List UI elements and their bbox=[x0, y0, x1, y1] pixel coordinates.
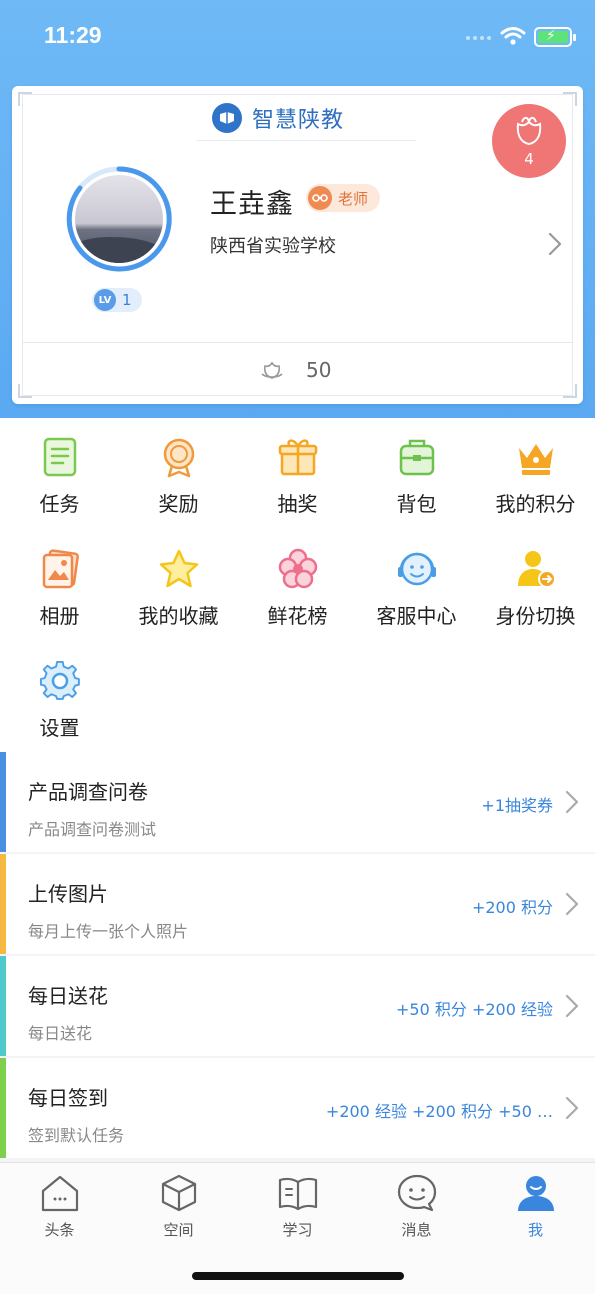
flower-badge[interactable]: 4 bbox=[492, 104, 566, 178]
task-reward: +200 经验 +200 积分 +50 … bbox=[325, 1102, 553, 1121]
book-icon bbox=[278, 1177, 318, 1211]
tab-label: 空间 bbox=[163, 1221, 194, 1239]
task-reward: +1抽奖券 bbox=[481, 796, 553, 815]
tab-label: 消息 bbox=[401, 1221, 432, 1239]
role-label: 老师 bbox=[338, 189, 369, 208]
task-icon bbox=[43, 437, 77, 477]
tab-label: 我 bbox=[527, 1221, 543, 1239]
profile-icon bbox=[518, 1176, 554, 1211]
grid-item-reward[interactable]: 奖励 bbox=[119, 418, 238, 530]
chevron-right-icon bbox=[565, 892, 579, 916]
album-icon bbox=[42, 549, 79, 589]
gift-icon bbox=[278, 439, 318, 476]
grid-label: 抽奖 bbox=[277, 492, 318, 516]
function-grid: 任务 奖励 抽奖 背包 我的积分 相册 我的收藏 鲜花榜 客服中心 身份切换 设… bbox=[0, 418, 595, 752]
grid-item-album[interactable]: 相册 bbox=[0, 530, 119, 642]
grid-label: 鲜花榜 bbox=[267, 604, 328, 628]
grid-label: 任务 bbox=[39, 492, 80, 516]
grid-label: 身份切换 bbox=[495, 604, 576, 628]
headset-icon bbox=[398, 552, 436, 586]
task-reward: +200 积分 bbox=[471, 898, 553, 917]
grid-label: 背包 bbox=[396, 492, 437, 516]
grid-label: 我的收藏 bbox=[138, 604, 219, 628]
grid-item-points[interactable]: 我的积分 bbox=[476, 418, 595, 530]
brand-logo-icon bbox=[212, 103, 242, 133]
teacher-glasses-icon bbox=[308, 186, 332, 210]
star-icon bbox=[159, 549, 199, 588]
home-indicator[interactable] bbox=[192, 1272, 404, 1280]
brand-header: 智慧陕教 bbox=[212, 102, 344, 134]
gear-icon bbox=[39, 660, 80, 700]
task-row[interactable]: 每日送花 每日送花 +50 积分 +200 经验 bbox=[0, 956, 595, 1056]
user-name: 王垚鑫 bbox=[210, 189, 294, 220]
task-title: 上传图片 bbox=[28, 882, 108, 906]
wifi-icon bbox=[500, 27, 526, 45]
grid-item-settings[interactable]: 设置 bbox=[0, 642, 119, 754]
chevron-right-icon bbox=[565, 1096, 579, 1120]
avatar-wrap[interactable] bbox=[66, 166, 172, 272]
flower-icon bbox=[278, 548, 318, 589]
grid-item-favorites[interactable]: 我的收藏 bbox=[119, 530, 238, 642]
chevron-right-icon[interactable] bbox=[548, 232, 562, 256]
grid-item-switch-identity[interactable]: 身份切换 bbox=[476, 530, 595, 642]
school-name[interactable]: 陕西省实验学校 bbox=[210, 232, 336, 258]
task-title: 每日送花 bbox=[28, 984, 108, 1008]
home-icon bbox=[41, 1175, 79, 1212]
task-desc: 每日送花 bbox=[28, 1024, 93, 1043]
grid-item-task[interactable]: 任务 bbox=[0, 418, 119, 530]
grid-label: 设置 bbox=[39, 716, 80, 740]
tab-label: 头条 bbox=[44, 1221, 75, 1239]
profile-card: 智慧陕教 4 LV 1 王垚鑫 老师 陕西省实验学校 50 bbox=[12, 86, 583, 404]
tab-space[interactable]: 空间 bbox=[119, 1173, 238, 1243]
task-desc: 每月上传一张个人照片 bbox=[28, 922, 189, 941]
chevron-right-icon bbox=[565, 994, 579, 1018]
cube-icon bbox=[161, 1174, 197, 1212]
chat-icon bbox=[397, 1174, 437, 1212]
tab-me[interactable]: 我 bbox=[476, 1173, 595, 1243]
tab-study[interactable]: 学习 bbox=[238, 1173, 357, 1243]
grid-item-lottery[interactable]: 抽奖 bbox=[238, 418, 357, 530]
switch-user-icon bbox=[518, 551, 556, 588]
task-row[interactable]: 产品调查问卷 产品调查问卷测试 +1抽奖券 bbox=[0, 752, 595, 852]
grid-label: 客服中心 bbox=[376, 604, 457, 628]
brand-name: 智慧陕教 bbox=[252, 108, 345, 133]
grid-item-flower-rank[interactable]: 鲜花榜 bbox=[238, 530, 357, 642]
task-reward: +50 积分 +200 经验 bbox=[396, 1000, 553, 1019]
grid-label: 相册 bbox=[39, 604, 80, 628]
level-icon: LV bbox=[94, 289, 116, 311]
chevron-right-icon bbox=[565, 790, 579, 814]
grid-label: 我的积分 bbox=[495, 492, 576, 516]
role-badge: 老师 bbox=[306, 184, 381, 212]
avatar bbox=[75, 175, 163, 263]
status-bar: 11:29 ⚡ bbox=[0, 0, 595, 72]
battery-icon: ⚡ bbox=[534, 27, 576, 47]
level-number: 1 bbox=[122, 291, 132, 309]
task-row[interactable]: 上传图片 每月上传一张个人照片 +200 积分 bbox=[0, 854, 595, 954]
rose-icon bbox=[516, 116, 542, 146]
task-desc: 产品调查问卷测试 bbox=[28, 820, 157, 839]
level-badge: LV 1 bbox=[92, 288, 142, 312]
tab-headlines[interactable]: 头条 bbox=[0, 1173, 119, 1243]
signal-icon bbox=[466, 36, 491, 40]
task-row[interactable]: 每日签到 签到默认任务 +200 经验 +200 积分 +50 … bbox=[0, 1058, 595, 1158]
flowers-received: 50 bbox=[258, 358, 331, 382]
status-time: 11:29 bbox=[44, 22, 102, 48]
flower-outline-icon bbox=[261, 361, 283, 379]
flower-count: 4 bbox=[524, 150, 534, 168]
task-title: 产品调查问卷 bbox=[28, 780, 148, 804]
tab-messages[interactable]: 消息 bbox=[357, 1173, 476, 1243]
tab-label: 学习 bbox=[282, 1221, 313, 1239]
flowers-received-count: 50 bbox=[306, 358, 332, 382]
crown-icon bbox=[519, 444, 553, 475]
task-title: 每日签到 bbox=[28, 1086, 108, 1110]
medal-icon bbox=[163, 438, 195, 478]
task-desc: 签到默认任务 bbox=[28, 1126, 125, 1145]
grid-item-backpack[interactable]: 背包 bbox=[357, 418, 476, 530]
grid-label: 奖励 bbox=[158, 492, 199, 516]
backpack-icon bbox=[399, 439, 435, 476]
grid-item-customer-service[interactable]: 客服中心 bbox=[357, 530, 476, 642]
